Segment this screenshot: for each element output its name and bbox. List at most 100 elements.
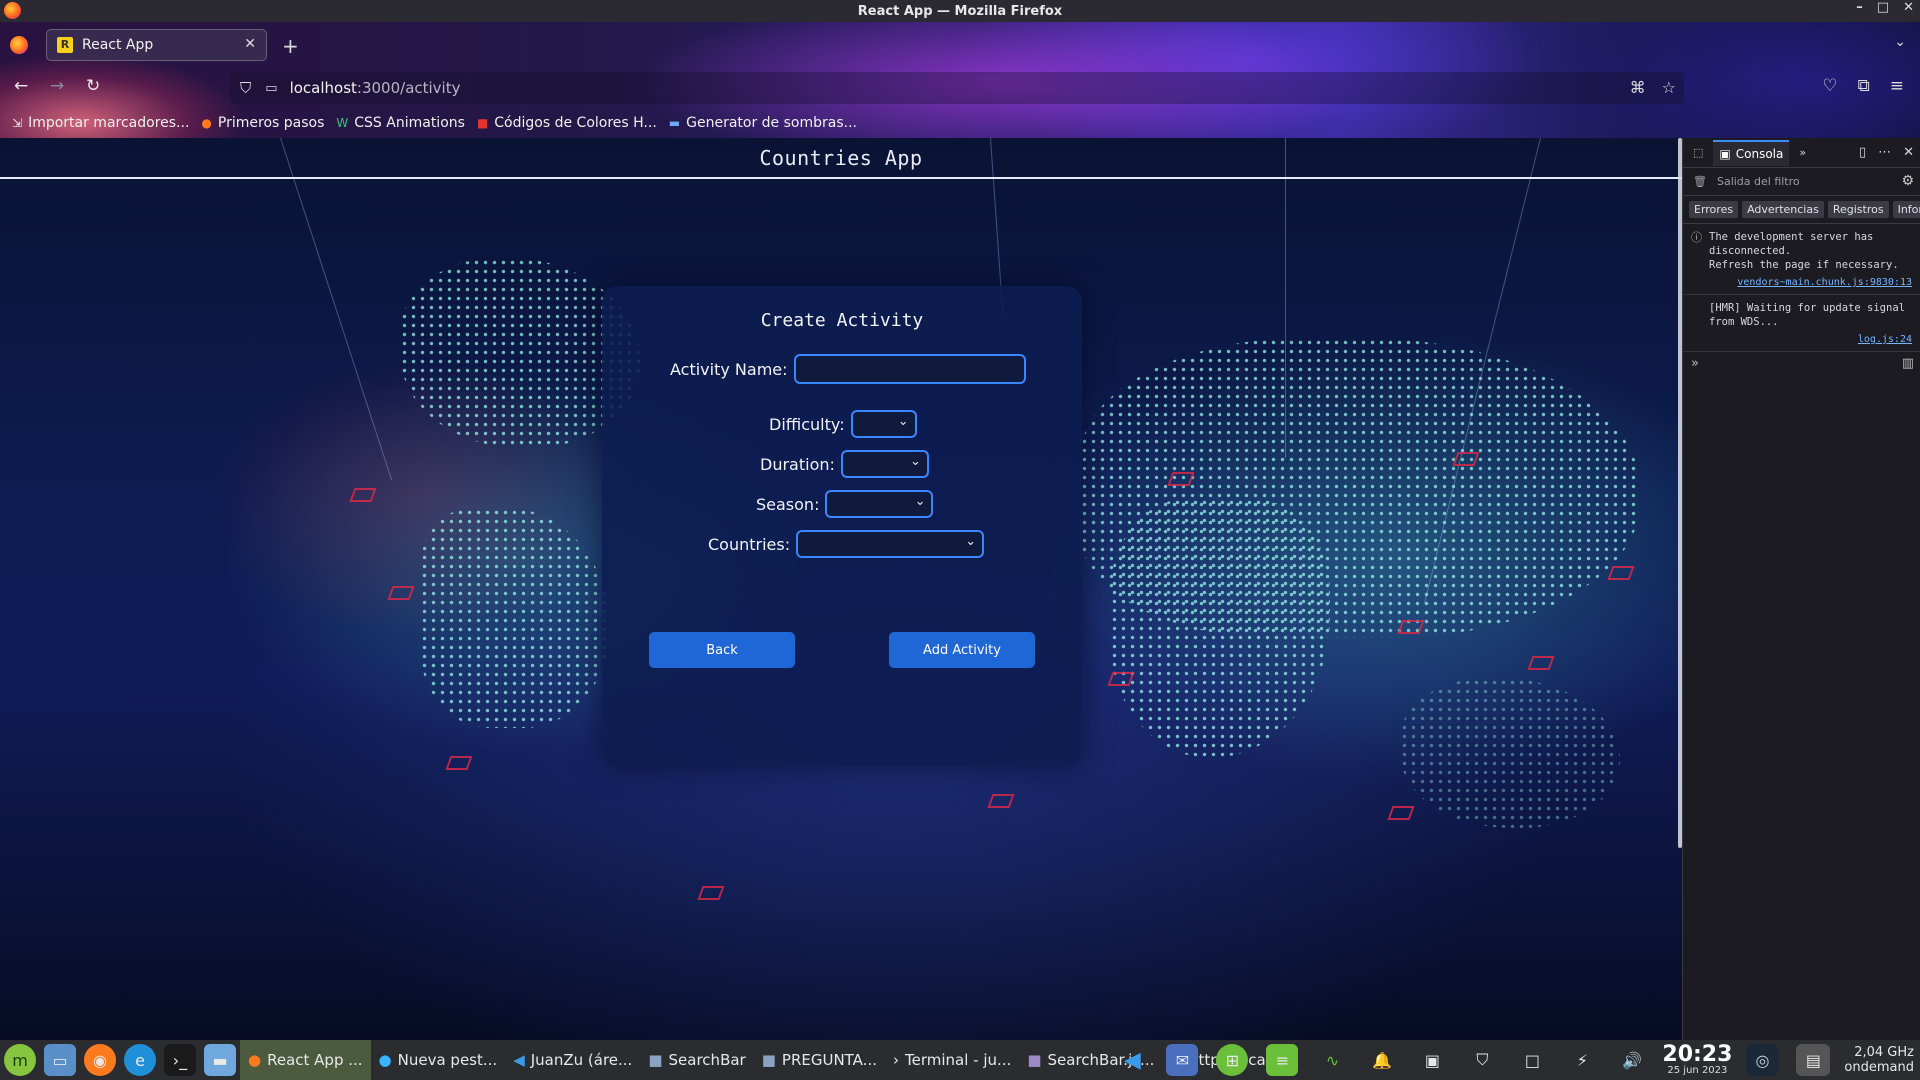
shadow-generator-icon: ▬	[668, 116, 681, 130]
difficulty-label: Difficulty:	[769, 414, 845, 434]
terminal-launcher-icon[interactable]: ›_	[164, 1044, 196, 1076]
maximize-button[interactable]: □	[1877, 0, 1889, 15]
mail-icon[interactable]: ✉	[1166, 1044, 1199, 1076]
taskbar-window-label: Nueva pest...	[397, 1051, 498, 1069]
volume-icon[interactable]: 🔊	[1616, 1044, 1648, 1076]
tab-title: React App	[82, 37, 154, 53]
clipboard-icon[interactable]: ▣	[1416, 1044, 1448, 1076]
menu-hamburger-icon[interactable]: ≡	[1890, 76, 1904, 96]
more-tools-icon[interactable]: »	[1799, 146, 1806, 159]
taskbar-window-vscode[interactable]: ◀ JuanZu (áre...	[505, 1040, 640, 1080]
firefox-icon	[4, 2, 21, 19]
level-errors[interactable]: Errores	[1689, 201, 1739, 218]
console-message-source[interactable]: log.js:24	[1709, 333, 1912, 347]
app-header: Countries App	[0, 138, 1682, 179]
tab-console[interactable]: ▣ Consola	[1713, 139, 1790, 166]
taskbar-window-searchbar-folder[interactable]: ■ SearchBar	[640, 1040, 753, 1080]
edge-dev-icon[interactable]: e	[124, 1044, 156, 1076]
map-marker	[987, 794, 1015, 808]
bookmark-css-animations[interactable]: W CSS Animations	[336, 115, 465, 131]
taskbar-window-react-app[interactable]: ● React App ...	[240, 1040, 371, 1080]
bookmark-color-codes[interactable]: ■ Códigos de Colores H...	[477, 115, 657, 131]
activity-name-label: Activity Name:	[670, 359, 788, 379]
page-info-icon[interactable]: ▭	[265, 81, 277, 96]
console-tab-label: Consola	[1735, 146, 1784, 161]
add-activity-button[interactable]: Add Activity	[889, 632, 1035, 668]
gear-icon[interactable]: ⚙	[1901, 173, 1914, 189]
bookmark-label: Códigos de Colores H...	[494, 115, 657, 131]
package-manager-icon[interactable]: ≡	[1266, 1044, 1299, 1076]
close-devtools-icon[interactable]: ✕	[1903, 145, 1914, 160]
console-input[interactable]: » ▥	[1683, 352, 1920, 375]
bookmark-label: Generator de sombras...	[686, 115, 857, 131]
back-arrow-icon[interactable]: ←	[14, 76, 28, 96]
pocket-icon[interactable]: ♡	[1822, 76, 1837, 96]
back-button[interactable]: Back	[649, 632, 795, 668]
tab-strip: R React App ✕ + ⌄	[0, 22, 1920, 68]
taskbar-window-terminal[interactable]: › Terminal - ju...	[885, 1040, 1019, 1080]
taskbar-window-label: SearchBar	[668, 1051, 746, 1069]
forward-arrow-icon[interactable]: →	[50, 76, 64, 96]
difficulty-select[interactable]: ⌄	[850, 410, 917, 438]
dock-icon[interactable]: ▯	[1859, 145, 1866, 160]
sidebar-toggle-icon[interactable]: ▥	[1902, 356, 1914, 371]
element-picker-icon[interactable]: ⬚	[1693, 146, 1703, 159]
duration-select[interactable]: ⌄	[840, 450, 929, 478]
minimize-button[interactable]: –	[1856, 0, 1863, 15]
network-monitor-icon[interactable]: ⊞	[1216, 1044, 1249, 1076]
new-tab-button[interactable]: +	[282, 34, 299, 58]
options-icon[interactable]: ⋯	[1878, 145, 1891, 160]
chevron-down-icon: ⌄	[909, 454, 921, 469]
system-monitor-icon[interactable]: ∿	[1316, 1044, 1348, 1076]
level-warnings[interactable]: Advertencias	[1742, 201, 1824, 218]
info-icon: ⓘ	[1691, 231, 1702, 244]
activity-name-input[interactable]	[793, 354, 1026, 384]
url-host: localhost	[289, 79, 357, 97]
mint-menu-icon[interactable]: m	[4, 1044, 36, 1076]
firefox-icon: ●	[201, 116, 212, 130]
bookmark-import[interactable]: ⇲ Importar marcadores...	[12, 115, 189, 131]
trash-icon[interactable]: 🗑	[1693, 175, 1707, 188]
extensions-icon[interactable]: ⧉	[1858, 76, 1870, 96]
countries-select[interactable]: ⌄	[796, 530, 985, 558]
map-australia	[1400, 678, 1620, 828]
url-text[interactable]: localhost:3000/activity	[290, 79, 461, 97]
level-info[interactable]: Informa	[1892, 201, 1920, 218]
show-desktop-icon[interactable]: ▭	[44, 1044, 76, 1076]
close-window-button[interactable]: ✕	[1903, 0, 1914, 15]
season-select[interactable]: ⌄	[825, 490, 934, 518]
bookmark-label: Primeros pasos	[217, 115, 325, 131]
translate-icon[interactable]: ⌘	[1630, 78, 1646, 97]
security-shield-icon[interactable]: ⛉	[1466, 1044, 1498, 1076]
console-message-source[interactable]: vendors~main.chunk.js:9830:13	[1709, 276, 1912, 290]
reload-icon[interactable]: ↻	[86, 76, 100, 96]
console-filter-input[interactable]: Salida del filtro	[1717, 175, 1800, 188]
firefox-view-icon[interactable]	[10, 36, 28, 54]
folder-icon: ■	[648, 1051, 663, 1069]
tab-react-app[interactable]: R React App ✕	[46, 29, 267, 61]
firefox-launcher-icon[interactable]: ◉	[84, 1044, 116, 1076]
activity-name-row: Activity Name:	[670, 354, 1026, 384]
taskbar-window-new-tab[interactable]: ● Nueva pest...	[371, 1040, 506, 1080]
terminal-icon: ›	[892, 1051, 899, 1069]
clock[interactable]: 20:23 25 jun 2023	[1662, 1044, 1732, 1076]
bookmark-primeros-pasos[interactable]: ● Primeros pasos	[201, 115, 324, 131]
chevron-down-icon: ⌄	[965, 534, 977, 549]
cpu-frequency[interactable]: 2,04 GHz ondemand	[1844, 1045, 1914, 1075]
vscode-tray-icon[interactable]: ◀	[1116, 1044, 1148, 1076]
url-bar[interactable]: ⛉ ▭ localhost:3000/activity ⌘ ☆	[230, 72, 1684, 104]
map-south-america	[420, 508, 610, 728]
window-list-icon[interactable]: □	[1516, 1044, 1548, 1076]
vscode-icon: ◀	[513, 1051, 525, 1069]
power-icon[interactable]: ⚡	[1566, 1044, 1598, 1076]
tracking-shield-icon[interactable]: ⛉	[240, 79, 251, 97]
close-tab-icon[interactable]: ✕	[244, 36, 256, 52]
taskbar-window-pregunta[interactable]: ■ PREGUNTA...	[754, 1040, 885, 1080]
steam-icon[interactable]: ◎	[1746, 1044, 1779, 1076]
list-tabs-icon[interactable]: ⌄	[1894, 34, 1906, 50]
files-launcher-icon[interactable]: ▬	[204, 1044, 236, 1076]
level-logs[interactable]: Registros	[1827, 201, 1889, 218]
bookmark-shadow-generator[interactable]: ▬ Generator de sombras...	[669, 115, 857, 131]
bookmark-star-icon[interactable]: ☆	[1662, 78, 1676, 97]
notifications-icon[interactable]: 🔔	[1366, 1044, 1398, 1076]
